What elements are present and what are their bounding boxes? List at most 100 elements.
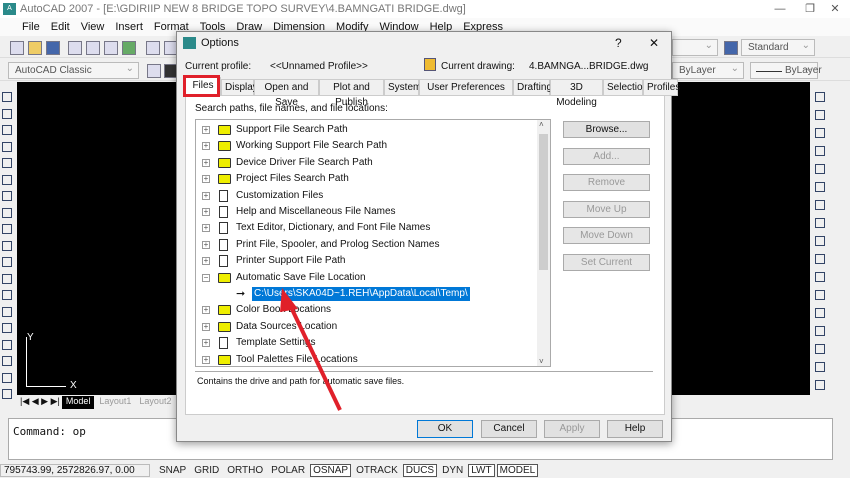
join-icon[interactable]	[815, 326, 825, 336]
apply-button[interactable]: Apply	[544, 420, 600, 438]
break-icon[interactable]	[815, 308, 825, 318]
tree-item[interactable]: + Color Book Locations	[196, 302, 536, 318]
tree-item[interactable]: + Template Settings	[196, 335, 536, 351]
status-toggle-otrack[interactable]: OTRACK	[353, 464, 401, 477]
expand-icon[interactable]: +	[202, 240, 210, 249]
tree-item[interactable]: + Data Sources Location	[196, 319, 536, 335]
minimize-button[interactable]: —	[765, 0, 795, 18]
scroll-down-icon[interactable]: ˅	[539, 357, 544, 366]
tree-item[interactable]: − Automatic Save File Location	[196, 270, 536, 286]
spline-icon[interactable]	[2, 224, 12, 234]
expand-icon[interactable]: +	[202, 142, 210, 151]
help-dialog-button[interactable]: Help	[607, 420, 663, 438]
menu-file[interactable]: File	[22, 18, 40, 36]
array-icon[interactable]	[815, 164, 825, 174]
tab-selection[interactable]: Selection	[603, 79, 648, 96]
new-icon[interactable]	[10, 41, 24, 55]
move-down-button[interactable]: Move Down	[563, 227, 650, 245]
multiline-text-icon[interactable]	[2, 389, 12, 399]
status-toggle-ducs[interactable]: DUCS	[402, 463, 438, 477]
ok-button[interactable]: OK	[417, 420, 473, 438]
polygon-icon[interactable]	[2, 141, 12, 152]
scrollbar-thumb[interactable]	[539, 134, 548, 270]
erase-icon[interactable]	[815, 92, 825, 102]
ellipse-icon[interactable]	[2, 240, 12, 251]
file-locations-tree[interactable]: ˄ ˅ + Support File Search Path + Working Su…	[195, 119, 551, 367]
menu-view[interactable]: View	[81, 18, 105, 36]
status-toggle-polar[interactable]: POLAR	[268, 464, 308, 477]
tree-item[interactable]: + Help and Miscellaneous File Names	[196, 204, 536, 220]
tab-display[interactable]: Display	[221, 79, 258, 96]
plot-preview-icon[interactable]	[86, 41, 100, 55]
expand-icon[interactable]: +	[202, 175, 210, 184]
fillet-icon[interactable]	[815, 362, 825, 372]
rotate-icon[interactable]	[815, 200, 825, 210]
workspace-combo[interactable]: AutoCAD Classic	[8, 61, 139, 79]
status-toggle-ortho[interactable]: ORTHO	[224, 464, 266, 477]
expand-icon[interactable]: +	[202, 339, 210, 348]
tree-item[interactable]: + Printer Support File Path	[196, 253, 536, 269]
set-current-button[interactable]: Set Current	[563, 254, 650, 271]
tab-layout2[interactable]: Layout2	[136, 396, 174, 409]
tree-item[interactable]: + Customization Files	[196, 188, 536, 204]
browse-button[interactable]: Browse...	[563, 121, 650, 138]
status-toggle-model[interactable]: MODEL	[496, 463, 539, 477]
tree-scrollbar[interactable]: ˄ ˅	[537, 120, 550, 366]
copy-icon[interactable]	[815, 110, 825, 120]
publish-icon[interactable]	[104, 41, 118, 55]
chamfer-icon[interactable]	[815, 344, 825, 354]
tab-system[interactable]: System	[384, 79, 421, 96]
menu-insert[interactable]: Insert	[115, 18, 143, 36]
cut-icon[interactable]	[146, 41, 160, 55]
tab-model[interactable]: Model	[61, 396, 95, 409]
expand-icon[interactable]: +	[202, 322, 210, 331]
gradient-icon[interactable]	[2, 339, 12, 350]
tree-item[interactable]: + Working Support File Search Path	[196, 138, 536, 154]
first-layout-button[interactable]: |◀ ◀ ▶ ▶|	[20, 396, 60, 409]
rectangle-icon[interactable]	[2, 158, 12, 168]
ellipse-arc-icon[interactable]	[2, 257, 12, 267]
web-icon[interactable]	[122, 41, 136, 55]
revision-cloud-icon[interactable]	[2, 207, 12, 218]
help-button[interactable]: ?	[615, 36, 622, 50]
trim-icon[interactable]	[815, 254, 825, 264]
text-style-icon[interactable]	[724, 41, 738, 55]
dim-style-combo[interactable]	[672, 38, 718, 56]
workspace-settings-icon[interactable]	[147, 64, 161, 78]
polyline-icon[interactable]	[2, 125, 12, 135]
add-button[interactable]: Add...	[563, 147, 650, 165]
region-icon[interactable]	[2, 356, 12, 366]
tab-layout1[interactable]: Layout1	[96, 396, 134, 409]
tree-item[interactable]: + Print File, Spooler, and Prolog Section…	[196, 237, 536, 253]
tab-open-and-save[interactable]: Open and Save	[254, 79, 319, 108]
expand-icon[interactable]: +	[202, 208, 210, 216]
tab-3d-modeling[interactable]: 3D Modeling	[550, 79, 603, 108]
break-at-point-icon[interactable]	[815, 290, 825, 300]
remove-button[interactable]: Remove	[563, 174, 650, 192]
construction-line-icon[interactable]	[2, 108, 12, 119]
make-block-icon[interactable]	[2, 290, 12, 300]
tree-item[interactable]: + Text Editor, Dictionary, and Font File …	[196, 220, 536, 236]
tab-drafting[interactable]: Drafting	[513, 79, 552, 96]
offset-icon[interactable]	[815, 146, 825, 156]
tree-item[interactable]: + Device Driver File Search Path	[196, 155, 536, 171]
point-icon[interactable]	[2, 306, 12, 317]
stretch-icon[interactable]	[815, 236, 825, 246]
table-icon[interactable]	[2, 372, 12, 383]
tab-profiles[interactable]: Profiles	[643, 79, 680, 96]
status-toggle-lwt[interactable]: LWT	[468, 463, 495, 477]
color-combo[interactable]: ByLayer	[672, 61, 744, 79]
expand-icon[interactable]: +	[202, 191, 210, 200]
explode-icon[interactable]	[815, 380, 825, 390]
mirror-icon[interactable]	[815, 128, 825, 138]
tab-plot-and-publish[interactable]: Plot and Publish	[319, 79, 384, 108]
tab-user-preferences[interactable]: User Preferences	[419, 79, 513, 96]
move-icon[interactable]	[815, 182, 825, 192]
expand-icon[interactable]: +	[202, 126, 210, 134]
close-dialog-button[interactable]: ✕	[649, 36, 659, 50]
circle-icon[interactable]	[2, 191, 12, 201]
tree-item[interactable]: ➞ C:\Users\SKA04D~1.REH\AppData\Local\Tem…	[196, 286, 536, 302]
open-icon[interactable]	[28, 41, 42, 55]
move-up-button[interactable]: Move Up	[563, 200, 650, 218]
status-toggle-snap[interactable]: SNAP	[156, 464, 189, 477]
